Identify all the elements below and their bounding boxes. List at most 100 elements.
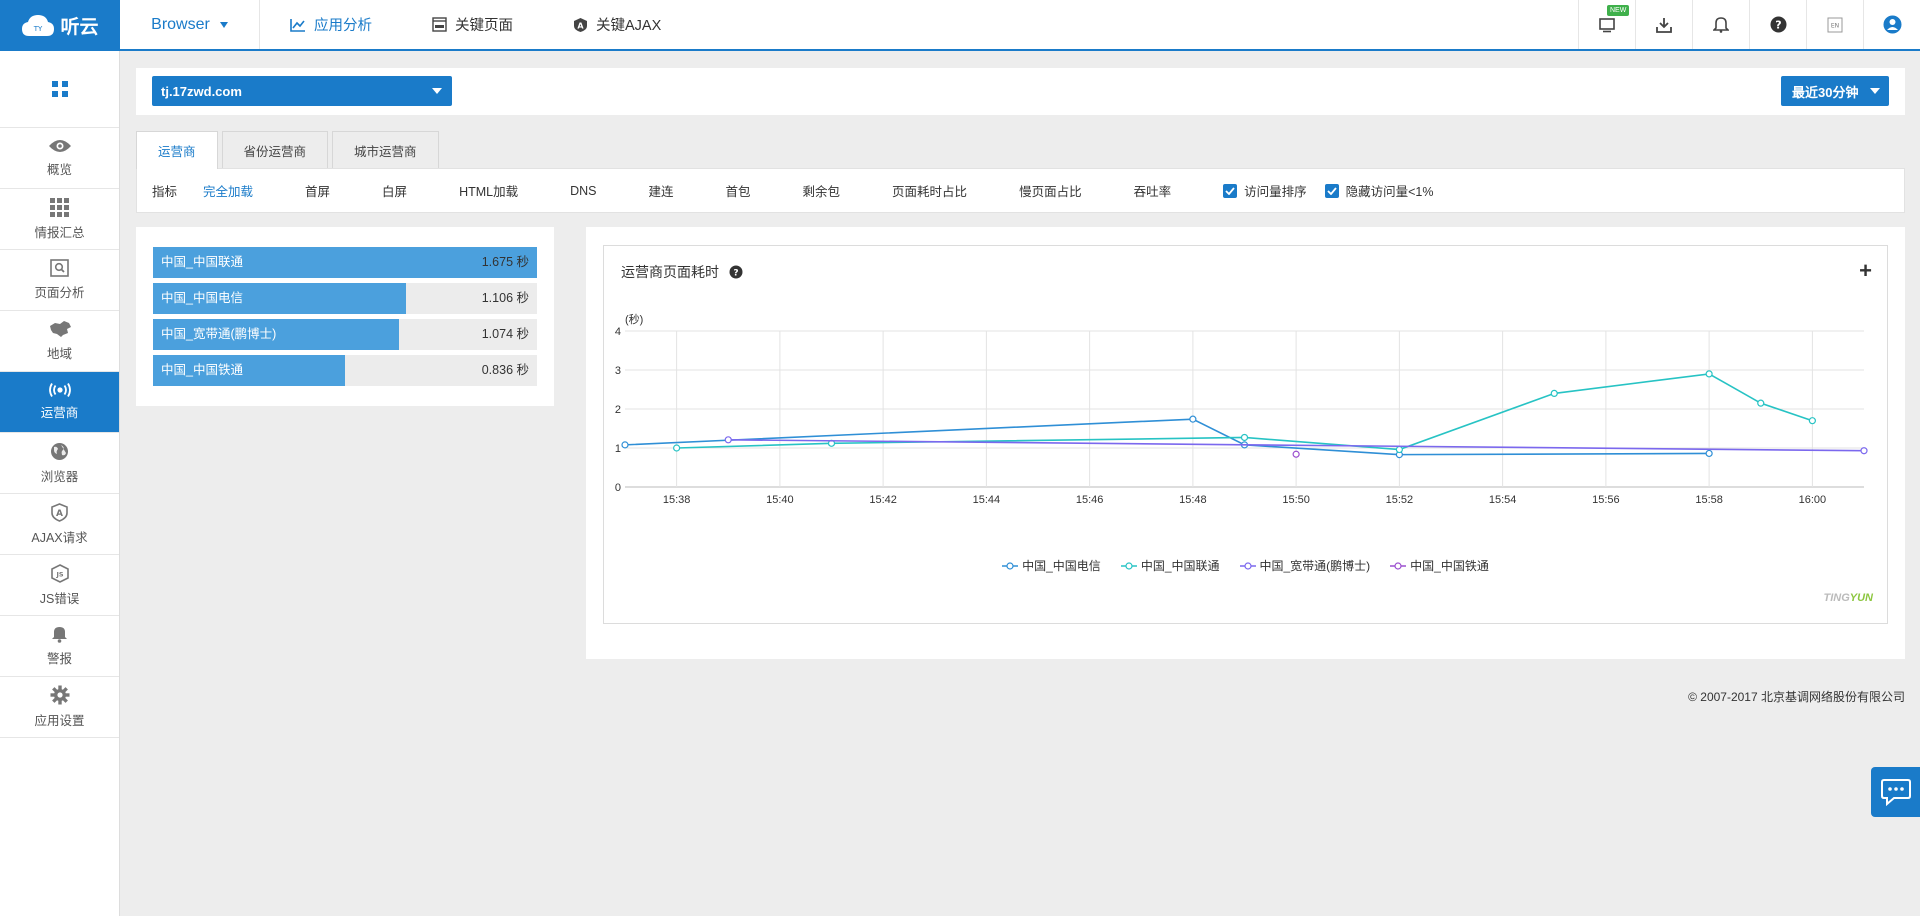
metric-slow-page-ratio[interactable]: 慢页面占比 [1019, 181, 1082, 200]
user-icon [1883, 15, 1901, 34]
sidebar-item-summary[interactable]: 情报汇总 [0, 189, 119, 250]
product-name: Browser [151, 15, 210, 33]
data-point [1860, 447, 1868, 455]
product-switcher[interactable]: Browser [120, 0, 260, 49]
metric-white-screen[interactable]: 白屏 [382, 181, 407, 200]
checkbox-label: 访问量排序 [1244, 185, 1307, 199]
sidebar-item-region[interactable]: 地域 [0, 311, 119, 372]
monitor-button[interactable]: NEW [1578, 0, 1635, 49]
language-button[interactable]: EN [1806, 0, 1863, 49]
svg-text:A: A [56, 509, 63, 519]
checkbox-checked-icon [1223, 183, 1238, 198]
metric-page-time-ratio[interactable]: 页面耗时占比 [892, 181, 967, 200]
tab-city-carrier[interactable]: 城市运营商 [332, 131, 439, 168]
metric-first-packet[interactable]: 首包 [726, 181, 751, 200]
data-point [1705, 449, 1713, 458]
chart-panel: 运营商页面耗时 ? + (秒) 0 1 2 3 4 15:38 15:40 15:42 15:4… [586, 227, 1905, 659]
sidebar-item-alerts[interactable]: 警报 [0, 616, 119, 677]
language-code: EN [1831, 22, 1839, 29]
sidebar-item-browser[interactable]: 浏览器 [0, 433, 119, 494]
x-tick-label: 15:52 [1386, 494, 1414, 506]
metric-full-load[interactable]: 完全加载 [203, 181, 253, 200]
x-tick-label: 15:58 [1695, 494, 1723, 506]
site-select-value: tj.17zwd.com [161, 83, 242, 99]
hide-low-visits-checkbox[interactable]: 隐藏访问量<1% [1324, 181, 1433, 200]
legend-marker-icon [1239, 561, 1256, 570]
js-error-icon: JS [50, 563, 69, 583]
site-select[interactable]: tj.17zwd.com [152, 76, 452, 106]
x-tick-label: 15:48 [1179, 494, 1207, 506]
nav-app-analysis[interactable]: 应用分析 [260, 14, 402, 35]
data-point [1395, 445, 1403, 454]
tingyun-watermark: TINGYUN [1823, 592, 1873, 604]
help-button[interactable]: ? [1749, 0, 1806, 49]
checkbox-checked-icon [1324, 183, 1339, 198]
legend-label: 中国_中国联通 [1140, 559, 1220, 573]
ranking-row[interactable]: 中国_中国电信 1.106 秒 [153, 283, 537, 314]
data-point [1550, 389, 1558, 397]
sidebar-item-settings[interactable]: 应用设置 [0, 677, 119, 738]
url-page-icon [432, 17, 447, 32]
data-point [621, 441, 629, 449]
nav-label: 关键页面 [455, 18, 513, 34]
legend-item[interactable]: 中国_中国铁通 [1390, 557, 1489, 574]
ajax-shield-icon: A [574, 17, 587, 32]
logo-text: 听云 [60, 16, 99, 38]
chevron-down-icon [432, 88, 442, 94]
sidebar-item-label: 浏览器 [40, 469, 79, 484]
metric-throughput[interactable]: 吞吐率 [1134, 181, 1172, 200]
legend-label: 中国_宽带通(鹏博士) [1259, 559, 1371, 573]
top-icons: NEW ? EN [1578, 0, 1920, 49]
series-line [624, 418, 1710, 456]
nav-key-ajax[interactable]: A 关键AJAX [543, 14, 691, 35]
user-button[interactable] [1863, 0, 1920, 49]
legend-item[interactable]: 中国_中国电信 [1002, 557, 1101, 574]
nav-key-pages[interactable]: 关键页面 [402, 14, 543, 35]
ranking-name: 中国_中国电信 [161, 291, 243, 305]
logo[interactable]: TY 听云 [0, 0, 120, 51]
sidebar-item-overview[interactable]: 概览 [0, 128, 119, 189]
data-point [1240, 433, 1249, 442]
alert-button[interactable] [1692, 0, 1749, 49]
metric-remaining-packets[interactable]: 剩余包 [803, 181, 841, 200]
eye-icon [48, 140, 71, 152]
download-button[interactable] [1635, 0, 1692, 49]
legend-item[interactable]: 中国_宽带通(鹏博士) [1239, 557, 1371, 574]
sidebar-item-ajax[interactable]: A AJAX请求 [0, 494, 119, 555]
tab-province-carrier[interactable]: 省份运营商 [221, 131, 329, 168]
chart-legend: 中国_中国电信 中国_中国联通 中国_宽带通(鹏博士) 中国_中国铁通 [604, 557, 1887, 574]
sort-by-visits-checkbox[interactable]: 访问量排序 [1223, 181, 1307, 200]
data-point [1292, 450, 1300, 458]
data-point [1808, 417, 1816, 425]
sidebar-item-js-error[interactable]: JS JS错误 [0, 555, 119, 616]
legend-item[interactable]: 中国_中国联通 [1120, 557, 1220, 574]
chat-button[interactable] [1871, 767, 1920, 817]
download-icon [1656, 17, 1672, 33]
watermark-yun: YUN [1849, 592, 1873, 604]
time-range-select[interactable]: 最近30分钟 [1781, 76, 1889, 106]
grid-icon [50, 197, 69, 217]
sidebar-item-page-analysis[interactable]: 页面分析 [0, 250, 119, 311]
tab-carrier[interactable]: 运营商 [136, 131, 218, 169]
globe-icon [51, 442, 68, 460]
ranking-row[interactable]: 中国_中国联通 1.675 秒 [153, 247, 537, 278]
x-tick-label: 15:50 [1282, 494, 1310, 506]
sidebar-item-carrier[interactable]: 运营商 [0, 372, 119, 433]
ranking-value: 1.106 秒 [481, 291, 529, 305]
metric-html-load[interactable]: HTML加载 [459, 181, 518, 200]
line-chart-icon [290, 18, 305, 32]
signal-icon [48, 383, 71, 397]
metric-first-screen[interactable]: 首屏 [305, 181, 330, 200]
ranking-value: 0.836 秒 [481, 363, 529, 377]
legend-marker-icon [1002, 561, 1019, 570]
ranking-row[interactable]: 中国_中国铁通 0.836 秒 [153, 355, 537, 386]
sidebar-item-label: 警报 [46, 652, 72, 666]
sidebar-item-label: 应用设置 [34, 714, 85, 728]
footer-copyright: © 2007-2017 北京基调网络股份有限公司 [1688, 690, 1905, 704]
metric-dns[interactable]: DNS [570, 184, 596, 198]
page-search-icon [50, 259, 69, 277]
metric-connect[interactable]: 建连 [649, 181, 674, 200]
ranking-row[interactable]: 中国_宽带通(鹏博士) 1.074 秒 [153, 319, 537, 350]
sidebar-item-label: 运营商 [40, 406, 79, 420]
sidebar-apps-button[interactable] [0, 51, 119, 128]
